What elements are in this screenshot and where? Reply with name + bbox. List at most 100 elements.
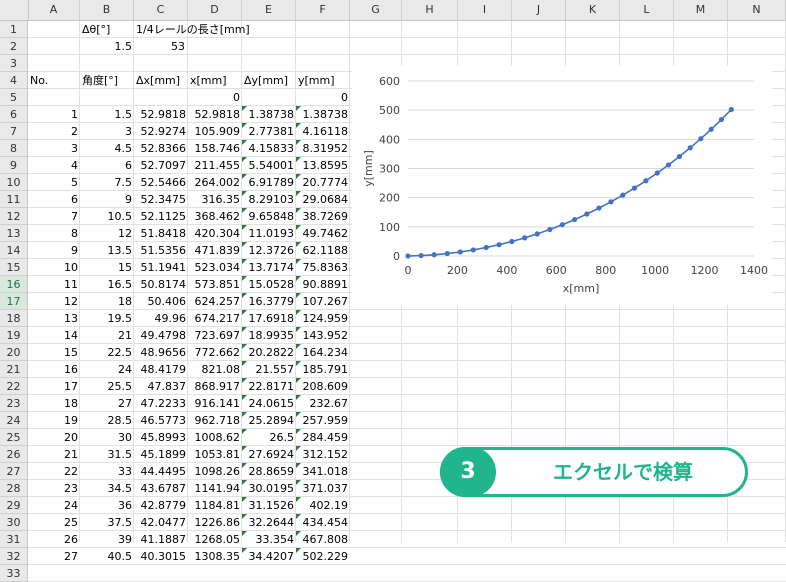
table-header-cell[interactable]: Δx[mm]	[134, 72, 182, 89]
row-header-7[interactable]: 7	[0, 123, 28, 140]
table-cell[interactable]: 33	[80, 463, 134, 480]
table-cell[interactable]: 4.5	[80, 140, 134, 157]
dtheta-label[interactable]: Δθ[°]	[80, 21, 112, 38]
table-header-cell[interactable]: 角度[°]	[80, 72, 120, 89]
table-cell[interactable]: 5	[28, 174, 80, 191]
table-cell[interactable]: 11.0193	[242, 225, 296, 242]
table-cell[interactable]: 75.8363	[296, 259, 350, 276]
table-cell[interactable]: 1268.05	[188, 531, 242, 548]
table-cell[interactable]: 20.7774	[296, 174, 350, 191]
table-cell[interactable]: 1184.81	[188, 497, 242, 514]
row-header-27[interactable]: 27	[0, 463, 28, 480]
table-cell[interactable]: 49.7462	[296, 225, 350, 242]
table-cell[interactable]: 14	[28, 327, 80, 344]
table-cell[interactable]: 8.31952	[296, 140, 350, 157]
column-header-m[interactable]: M	[674, 0, 728, 20]
table-cell[interactable]: 16.5	[80, 276, 134, 293]
table-cell[interactable]: 36	[80, 497, 134, 514]
table-cell[interactable]: 467.808	[296, 531, 350, 548]
table-cell[interactable]: 13.8595	[296, 157, 350, 174]
table-cell[interactable]: 46.5773	[134, 412, 188, 429]
table-cell[interactable]: 25.5	[80, 378, 134, 395]
table-cell[interactable]: 40.3015	[134, 548, 188, 565]
table-header-cell[interactable]: x[mm]	[188, 72, 229, 89]
table-cell[interactable]: 9	[80, 191, 134, 208]
table-cell[interactable]: 52.3475	[134, 191, 188, 208]
row-header-30[interactable]: 30	[0, 514, 28, 531]
column-header-a[interactable]: A	[28, 0, 80, 20]
column-header-h[interactable]: H	[402, 0, 458, 20]
table-cell[interactable]: 5.54001	[242, 157, 296, 174]
table-cell[interactable]: 962.718	[188, 412, 242, 429]
rail-length-label[interactable]: 1/4レールの長さ[mm]	[134, 21, 252, 38]
table-cell[interactable]: 52.5466	[134, 174, 188, 191]
row-header-5[interactable]: 5	[0, 89, 28, 106]
row-header-18[interactable]: 18	[0, 310, 28, 327]
table-cell[interactable]: 208.609	[296, 378, 350, 395]
row-header-13[interactable]: 13	[0, 225, 28, 242]
table-cell[interactable]: 471.839	[188, 242, 242, 259]
table-cell[interactable]: 50.8174	[134, 276, 188, 293]
table-cell[interactable]: 2.77381	[242, 123, 296, 140]
table-cell[interactable]: 52.9818	[134, 106, 188, 123]
column-header-c[interactable]: C	[134, 0, 188, 20]
table-cell[interactable]: 48.9656	[134, 344, 188, 361]
table-cell[interactable]: 4	[28, 157, 80, 174]
table-cell[interactable]: 868.917	[188, 378, 242, 395]
table-cell[interactable]: 31.5	[80, 446, 134, 463]
table-cell[interactable]: 20.2822	[242, 344, 296, 361]
column-header-f[interactable]: F	[296, 0, 350, 20]
table-cell[interactable]: 34.5	[80, 480, 134, 497]
table-cell[interactable]: 7.5	[80, 174, 134, 191]
row-header-14[interactable]: 14	[0, 242, 28, 259]
column-header-i[interactable]: I	[458, 0, 512, 20]
table-cell[interactable]: 0	[296, 89, 350, 106]
table-cell[interactable]: 523.034	[188, 259, 242, 276]
table-cell[interactable]: 0	[188, 89, 242, 106]
table-cell[interactable]: 24.0615	[242, 395, 296, 412]
table-cell[interactable]: 26.5	[242, 429, 296, 446]
table-cell[interactable]: 18.9935	[242, 327, 296, 344]
row-header-25[interactable]: 25	[0, 429, 28, 446]
table-cell[interactable]: 1308.35	[188, 548, 242, 565]
table-cell[interactable]: 1008.62	[188, 429, 242, 446]
row-header-4[interactable]: 4	[0, 72, 28, 89]
table-cell[interactable]: 10	[28, 259, 80, 276]
table-cell[interactable]: 90.8891	[296, 276, 350, 293]
table-cell[interactable]: 13.5	[80, 242, 134, 259]
table-cell[interactable]: 1.38738	[296, 106, 350, 123]
table-cell[interactable]: 44.4495	[134, 463, 188, 480]
table-cell[interactable]: 40.5	[80, 548, 134, 565]
table-cell[interactable]: 107.267	[296, 293, 350, 310]
table-cell[interactable]: 28.5	[80, 412, 134, 429]
table-cell[interactable]: 3	[80, 123, 134, 140]
row-header-1[interactable]: 1	[0, 21, 28, 38]
table-header-cell[interactable]: y[mm]	[296, 72, 337, 89]
table-cell[interactable]: 25	[28, 514, 80, 531]
table-cell[interactable]: 8	[28, 225, 80, 242]
row-header-15[interactable]: 15	[0, 259, 28, 276]
table-cell[interactable]: 47.837	[134, 378, 188, 395]
table-cell[interactable]: 143.952	[296, 327, 350, 344]
table-cell[interactable]: 105.909	[188, 123, 242, 140]
table-cell[interactable]: 22.5	[80, 344, 134, 361]
row-header-9[interactable]: 9	[0, 157, 28, 174]
table-cell[interactable]: 6.91789	[242, 174, 296, 191]
table-cell[interactable]: 1141.94	[188, 480, 242, 497]
table-cell[interactable]: 37.5	[80, 514, 134, 531]
table-cell[interactable]: 3	[28, 140, 80, 157]
table-cell[interactable]: 48.4179	[134, 361, 188, 378]
table-cell[interactable]: 13.7174	[242, 259, 296, 276]
table-cell[interactable]: 15	[28, 344, 80, 361]
table-cell[interactable]: 17	[28, 378, 80, 395]
table-cell[interactable]: 16.3779	[242, 293, 296, 310]
table-cell[interactable]: 6	[28, 191, 80, 208]
chart[interactable]: 0 100 200 300 400 500 600 0 200 400 600 800 1000 1200…	[352, 66, 772, 304]
table-cell[interactable]: 502.229	[296, 548, 350, 565]
column-header-n[interactable]: N	[728, 0, 786, 20]
table-header-cell[interactable]: Δy[mm]	[242, 72, 290, 89]
table-cell[interactable]: 17.6918	[242, 310, 296, 327]
table-cell[interactable]: 33.354	[242, 531, 296, 548]
row-header-11[interactable]: 11	[0, 191, 28, 208]
table-cell[interactable]: 49.4798	[134, 327, 188, 344]
